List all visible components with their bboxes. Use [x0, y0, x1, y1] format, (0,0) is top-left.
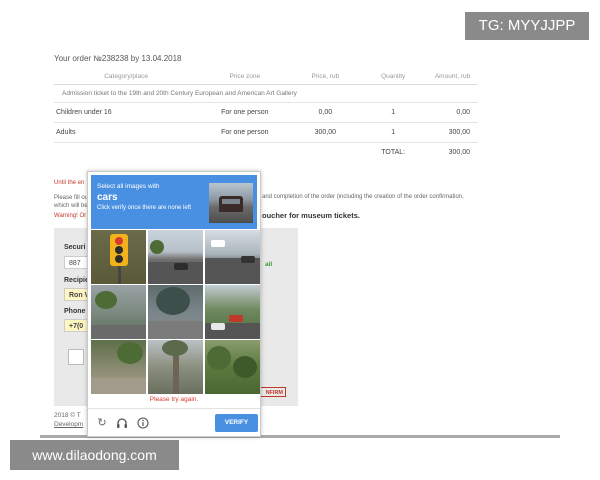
voucher-text: oucher for museum tickets.	[262, 211, 360, 220]
email-status-text: ail	[265, 261, 273, 268]
captcha-target-word: cars	[97, 192, 118, 203]
total-label: TOTAL:	[381, 149, 406, 156]
table-total-row: TOTAL: 300,00	[54, 143, 478, 163]
captcha-instruction: Select all images with	[97, 183, 160, 190]
captcha-sample-image	[209, 183, 253, 223]
warning-text: Warning! Or	[54, 213, 87, 219]
row-category: Children under 16	[54, 102, 199, 123]
refresh-icon[interactable]: ↻	[96, 417, 108, 429]
agree-checkbox[interactable]	[68, 349, 84, 365]
total-value: 300,00	[448, 149, 470, 156]
row-zone: For one person	[198, 102, 292, 123]
footer-developer-link[interactable]: Developm	[54, 421, 83, 428]
headphones-icon[interactable]	[116, 417, 128, 429]
row-price: 0,00	[291, 102, 360, 123]
traffic-light-icon	[110, 234, 128, 266]
confirm-button[interactable]: NFIRM	[259, 387, 286, 397]
captcha-tile-intersection[interactable]	[205, 230, 260, 284]
column-header: Amount, rub	[427, 70, 478, 85]
row-amount: 0,00	[427, 102, 478, 123]
captcha-tile-street-cars[interactable]	[205, 285, 260, 339]
table-subheader-row: Admission ticket to the 19th and 20th Ce…	[54, 84, 478, 103]
phone-label: Phone	[64, 308, 86, 315]
captcha-tile-greenery[interactable]	[205, 340, 260, 394]
captcha-image-grid	[91, 230, 260, 395]
column-header: Price zone	[198, 70, 292, 85]
captcha-tile-trees[interactable]	[148, 285, 203, 339]
captcha-tile-parking[interactable]	[91, 285, 146, 339]
table-header-row: Category/place Price zone Price, rub Qua…	[54, 70, 478, 85]
info-icon[interactable]	[137, 417, 149, 429]
captcha-error-message: Please try again.	[149, 396, 199, 403]
until-notice: Until the en	[54, 180, 85, 186]
column-header: Quantity	[359, 70, 428, 85]
row-zone: For one person	[198, 122, 292, 143]
row-qty: 1	[359, 102, 428, 123]
site-watermark: www.dilaodong.com	[10, 440, 179, 470]
footer-copyright: 2018 © T	[54, 412, 81, 419]
completion-notice: and completion of the order (including t…	[262, 194, 464, 200]
captcha-footer: ↻ VERIFY	[88, 408, 260, 437]
captcha-header: Select all images with cars Click verify…	[91, 175, 257, 229]
row-qty: 1	[359, 122, 428, 143]
order-table: Category/place Price zone Price, rub Qua…	[54, 70, 478, 162]
table-row: Adults For one person 300,00 1 300,00	[54, 122, 478, 143]
row-category: Adults	[54, 122, 199, 143]
captcha-tile-sidewalk[interactable]	[91, 340, 146, 394]
column-header: Category/place	[54, 70, 199, 85]
tg-tag: TG: MYYJJPP	[465, 12, 589, 40]
captcha-tile-traffic-light[interactable]	[91, 230, 146, 284]
captcha-dialog: Select all images with cars Click verify…	[87, 171, 261, 437]
verify-button[interactable]: VERIFY	[215, 414, 258, 432]
row-price: 300,00	[291, 122, 360, 143]
captcha-tile-road-car[interactable]	[148, 230, 203, 284]
captcha-hint: Click verify once there are none left	[97, 205, 192, 211]
order-title: Your order №238238 by 13.04.2018	[54, 54, 182, 63]
row-amount: 300,00	[427, 122, 478, 143]
column-header: Price, rub	[291, 70, 360, 85]
security-label: Securi	[64, 244, 86, 251]
recipient-label: Recipie	[64, 277, 89, 284]
captcha-tile-palm[interactable]	[148, 340, 203, 394]
table-row: Children under 16 For one person 0,00 1 …	[54, 102, 478, 123]
ticket-description: Admission ticket to the 19th and 20th Ce…	[54, 84, 478, 103]
